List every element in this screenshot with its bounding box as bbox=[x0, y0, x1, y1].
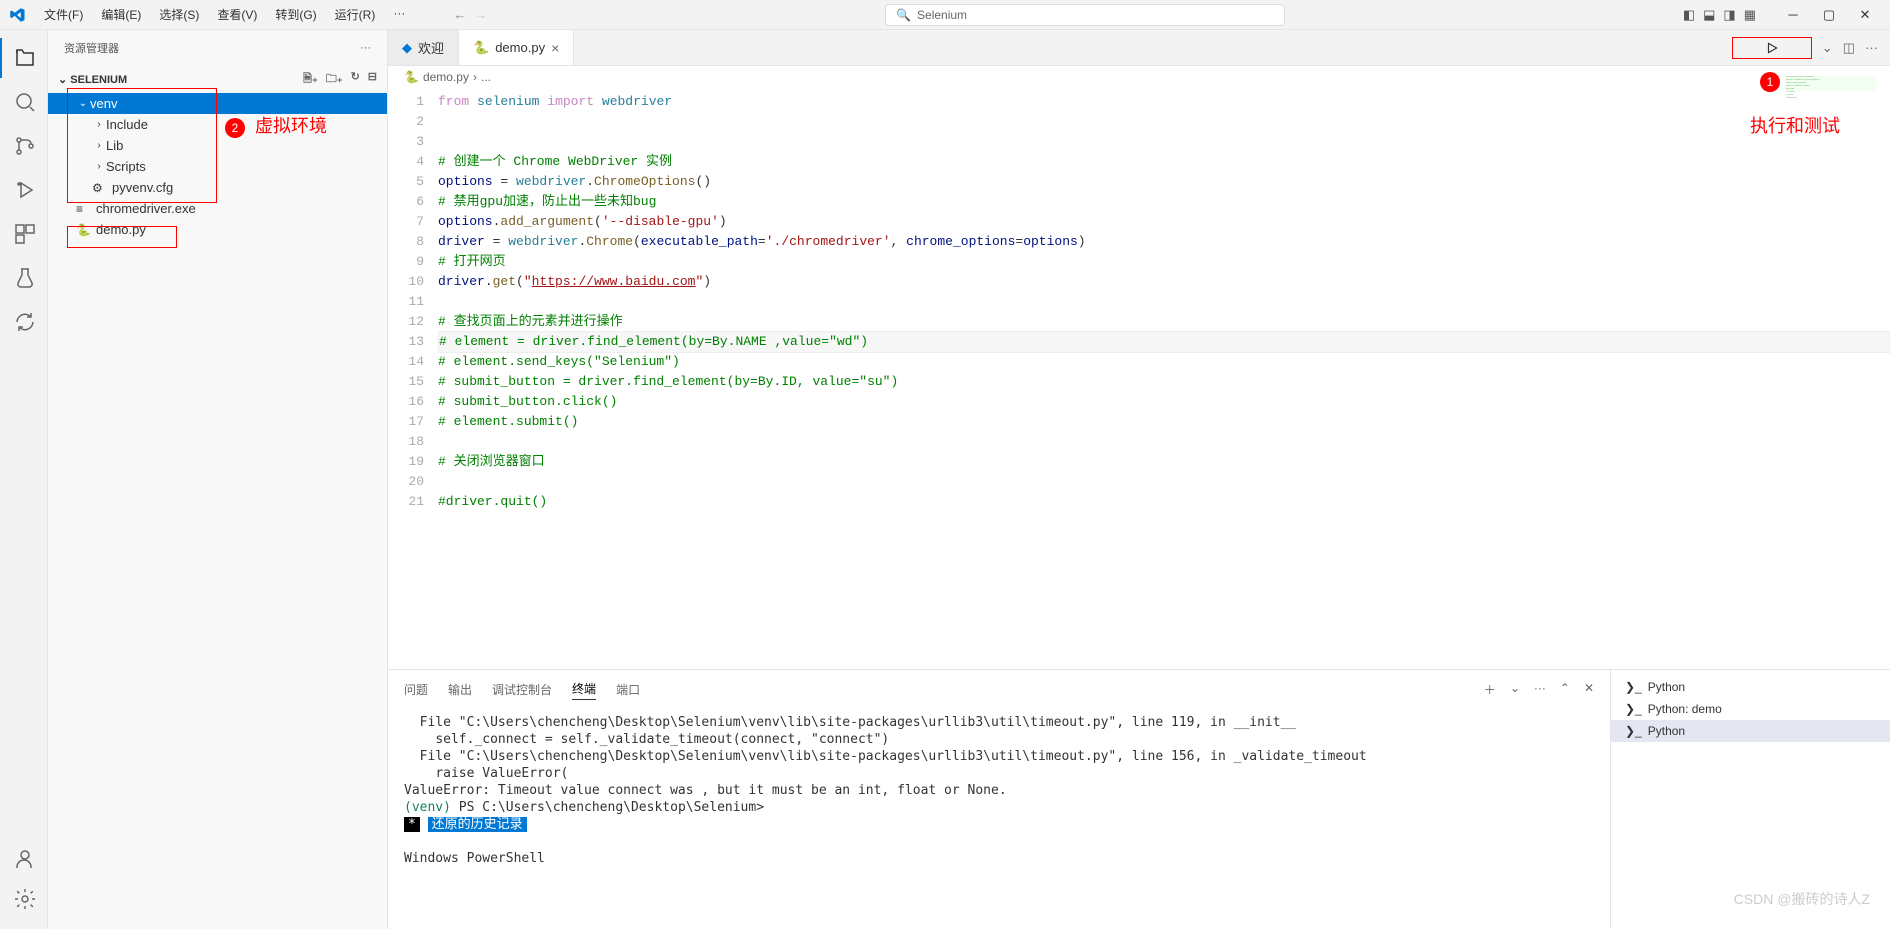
run-dropdown-icon[interactable]: ⌄ bbox=[1822, 40, 1833, 56]
code-editor[interactable]: 123456789101112131415161718192021 from s… bbox=[388, 88, 1890, 669]
tree-file-demo[interactable]: 🐍demo.py bbox=[48, 219, 387, 240]
panel-tab-problems[interactable]: 问题 bbox=[404, 679, 428, 700]
layout-right-icon[interactable]: ◨ bbox=[1723, 7, 1735, 23]
source-control-icon[interactable] bbox=[0, 126, 48, 166]
layout-bottom-icon[interactable]: ⬓ bbox=[1703, 7, 1715, 23]
tree-folder-venv[interactable]: ⌄venv bbox=[48, 93, 387, 114]
debug-icon[interactable] bbox=[0, 170, 48, 210]
terminal-dropdown-icon[interactable]: ⌄ bbox=[1510, 679, 1520, 700]
menu-run[interactable]: 运行(R) bbox=[327, 2, 384, 27]
sidebar-more-icon[interactable]: ··· bbox=[360, 42, 371, 54]
panel-tab-ports[interactable]: 端口 bbox=[616, 679, 640, 700]
maximize-button[interactable]: ▢ bbox=[1812, 1, 1846, 29]
layout-left-icon[interactable]: ◧ bbox=[1683, 7, 1695, 23]
panel-close-icon[interactable]: ✕ bbox=[1584, 679, 1594, 700]
tree-folder-lib[interactable]: ›Lib bbox=[48, 135, 387, 156]
new-terminal-icon[interactable]: ＋ bbox=[1484, 679, 1496, 700]
explorer-icon[interactable] bbox=[0, 38, 48, 78]
search-activity-icon[interactable] bbox=[0, 82, 48, 122]
panel-tab-terminal[interactable]: 终端 bbox=[572, 678, 596, 700]
panel-tabs: 问题 输出 调试控制台 终端 端口 ＋ ⌄ ··· ⌃ ✕ bbox=[388, 670, 1610, 708]
menu-view[interactable]: 查看(V) bbox=[209, 2, 265, 27]
activity-bar bbox=[0, 30, 48, 929]
collapse-icon[interactable]: ⊟ bbox=[368, 70, 377, 89]
search-icon: 🔍 bbox=[896, 8, 911, 22]
terminal-item-python2[interactable]: ❯_Python bbox=[1611, 720, 1890, 742]
terminal-icon: ❯_ bbox=[1625, 724, 1642, 738]
terminal-output[interactable]: File "C:\Users\chencheng\Desktop\Seleniu… bbox=[388, 708, 1610, 929]
breadcrumb[interactable]: 🐍 demo.py › ... bbox=[388, 66, 1890, 88]
new-file-icon[interactable]: 🗎₊ bbox=[303, 70, 318, 89]
tab-welcome[interactable]: ◆ 欢迎 bbox=[388, 30, 459, 65]
tab-demo[interactable]: 🐍 demo.py × bbox=[459, 30, 574, 65]
panel-more-icon[interactable]: ··· bbox=[1534, 679, 1546, 700]
file-tree: ⌄venv ›Include ›Lib ›Scripts ⚙pyvenv.cfg… bbox=[48, 93, 387, 929]
tree-file-chromedriver[interactable]: ≡chromedriver.exe bbox=[48, 198, 387, 219]
tree-file-pyvenv[interactable]: ⚙pyvenv.cfg bbox=[48, 177, 387, 198]
title-bar: 文件(F) 编辑(E) 选择(S) 查看(V) 转到(G) 运行(R) ··· … bbox=[0, 0, 1890, 30]
menu-more[interactable]: ··· bbox=[385, 2, 413, 27]
panel-up-icon[interactable]: ⌃ bbox=[1560, 679, 1570, 700]
account-icon[interactable] bbox=[0, 839, 48, 879]
layout-grid-icon[interactable]: ▦ bbox=[1744, 7, 1756, 23]
close-tab-icon[interactable]: × bbox=[551, 40, 559, 56]
panel-tab-output[interactable]: 输出 bbox=[448, 679, 472, 700]
testing-icon[interactable] bbox=[0, 258, 48, 298]
main-menu: 文件(F) 编辑(E) 选择(S) 查看(V) 转到(G) 运行(R) ··· bbox=[36, 2, 413, 27]
nav-back-icon[interactable]: ← bbox=[453, 7, 466, 22]
tree-folder-scripts[interactable]: ›Scripts bbox=[48, 156, 387, 177]
minimap[interactable]: from selenium import webdriveroptions = … bbox=[1786, 76, 1876, 226]
terminal-item-python-demo[interactable]: ❯_Python: demo bbox=[1611, 698, 1890, 720]
menu-edit[interactable]: 编辑(E) bbox=[93, 2, 149, 27]
nav-forward-icon[interactable]: → bbox=[474, 7, 487, 22]
nav-arrows: ← → bbox=[453, 7, 487, 22]
terminal-item-python[interactable]: ❯_Python bbox=[1611, 676, 1890, 698]
python-icon: 🐍 bbox=[473, 40, 489, 56]
python-icon: 🐍 bbox=[404, 70, 419, 84]
menu-go[interactable]: 转到(G) bbox=[267, 2, 324, 27]
settings-icon[interactable] bbox=[0, 879, 48, 919]
editor-more-icon[interactable]: ··· bbox=[1865, 40, 1878, 55]
split-editor-icon[interactable]: ◫ bbox=[1843, 40, 1855, 56]
explorer-sidebar: 资源管理器 ··· ⌄ SELENIUM 🗎₊ 🗀₊ ↻ ⊟ ⌄venv ›In… bbox=[48, 30, 388, 929]
menu-select[interactable]: 选择(S) bbox=[151, 2, 207, 27]
section-name: SELENIUM bbox=[70, 74, 127, 86]
line-gutter: 123456789101112131415161718192021 bbox=[388, 92, 438, 669]
search-text: Selenium bbox=[917, 8, 967, 22]
editor-area: ◆ 欢迎 🐍 demo.py × ⌄ ◫ ··· 🐍 demo.py › ...… bbox=[388, 30, 1890, 929]
run-button[interactable] bbox=[1732, 37, 1812, 59]
extensions-icon[interactable] bbox=[0, 214, 48, 254]
sync-icon[interactable] bbox=[0, 302, 48, 342]
refresh-icon[interactable]: ↻ bbox=[351, 70, 360, 89]
close-button[interactable]: ✕ bbox=[1848, 1, 1882, 29]
sidebar-title: 资源管理器 bbox=[64, 40, 119, 56]
terminal-icon: ❯_ bbox=[1625, 680, 1642, 694]
code-content[interactable]: from selenium import webdriver # 创建一个 Ch… bbox=[438, 92, 1890, 669]
vscode-icon: ◆ bbox=[402, 40, 412, 56]
new-folder-icon[interactable]: 🗀₊ bbox=[326, 70, 343, 89]
editor-tabs: ◆ 欢迎 🐍 demo.py × ⌄ ◫ ··· bbox=[388, 30, 1890, 66]
tree-folder-include[interactable]: ›Include bbox=[48, 114, 387, 135]
menu-file[interactable]: 文件(F) bbox=[36, 2, 91, 27]
vscode-logo-icon bbox=[8, 6, 26, 24]
command-center[interactable]: 🔍 Selenium bbox=[885, 4, 1285, 26]
chevron-down-icon[interactable]: ⌄ bbox=[58, 74, 67, 86]
terminal-icon: ❯_ bbox=[1625, 702, 1642, 716]
panel-tab-debug[interactable]: 调试控制台 bbox=[492, 679, 552, 700]
minimize-button[interactable]: ─ bbox=[1776, 1, 1810, 29]
watermark: CSDN @搬砖的诗人Z bbox=[1734, 889, 1870, 909]
bottom-panel: 问题 输出 调试控制台 终端 端口 ＋ ⌄ ··· ⌃ ✕ File "C:\U… bbox=[388, 669, 1890, 929]
